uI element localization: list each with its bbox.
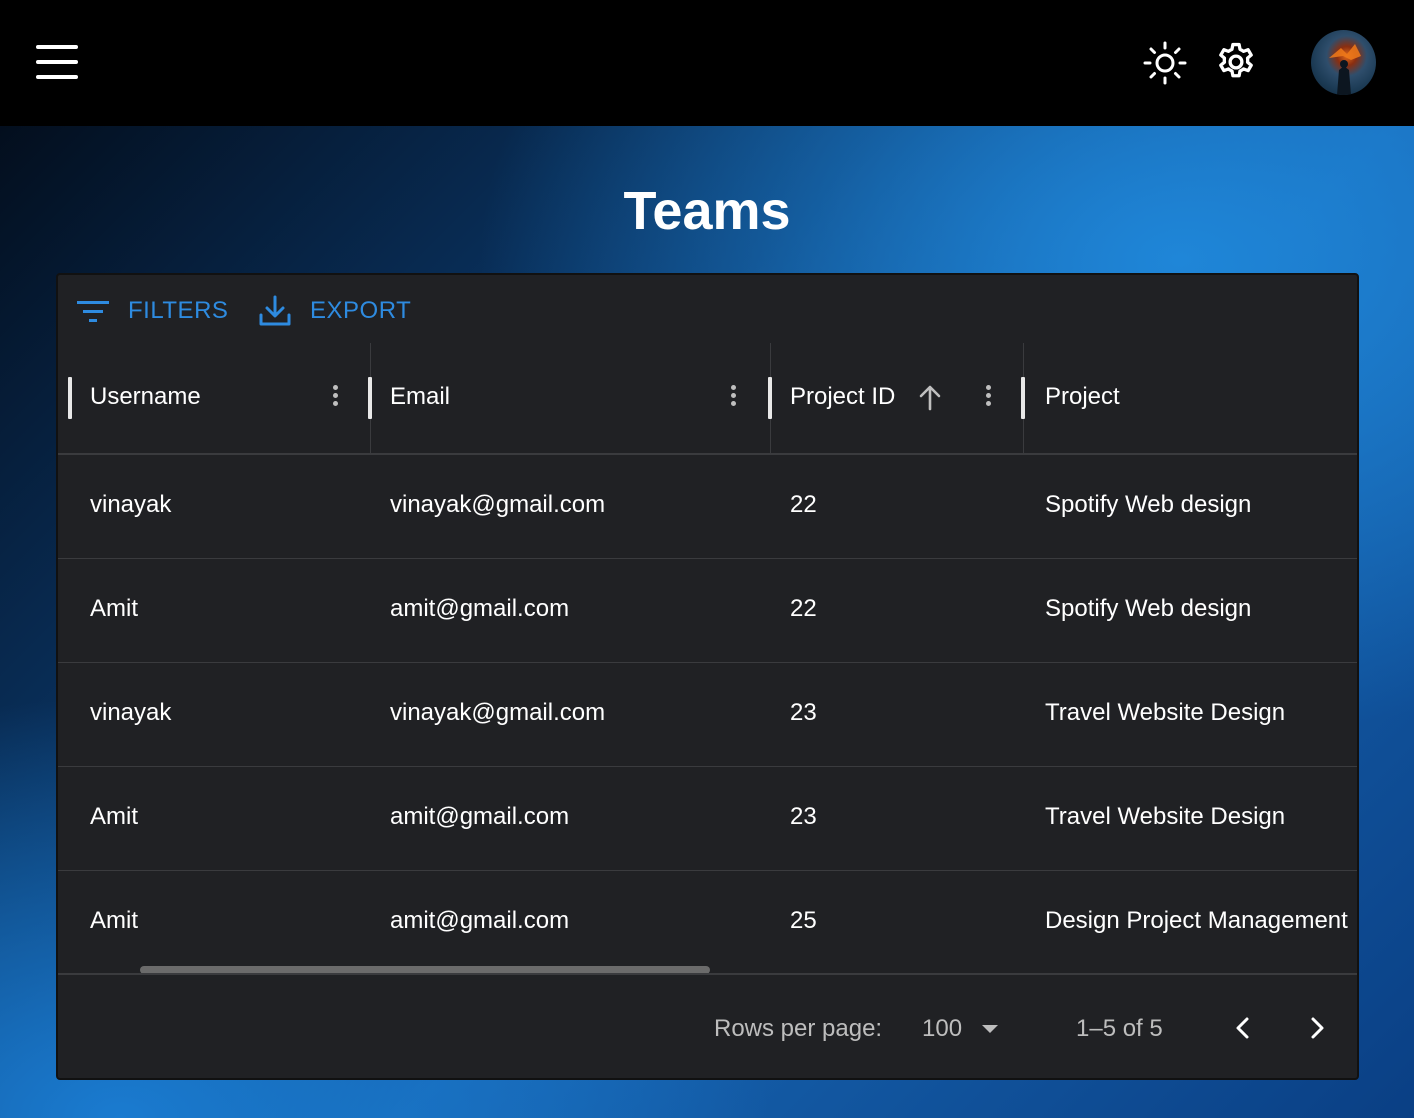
column-separator[interactable] (368, 377, 372, 419)
grid-body: vinayak vinayak@gmail.com 22 Spotify Web… (58, 455, 1357, 975)
cell-project[interactable]: Spotify Web design (1045, 491, 1251, 519)
column-separator[interactable] (68, 377, 72, 419)
cell-project[interactable]: Design Project Management (1045, 907, 1348, 935)
cell-project-id[interactable]: 22 (790, 595, 817, 623)
filters-button[interactable]: FILTERS (76, 293, 228, 329)
column-menu-icon[interactable] (330, 385, 340, 411)
cell-email[interactable]: amit@gmail.com (390, 595, 569, 623)
column-menu-icon[interactable] (983, 385, 993, 411)
cell-project[interactable]: Travel Website Design (1045, 699, 1285, 727)
avatar-image (1329, 44, 1361, 95)
column-separator[interactable] (768, 377, 772, 419)
data-grid: FILTERS EXPORT Username Email Project ID (56, 273, 1359, 1080)
cell-project-id[interactable]: 25 (790, 907, 817, 935)
export-label: EXPORT (310, 297, 412, 324)
sort-ascending-icon[interactable] (917, 383, 943, 411)
cell-email[interactable]: amit@gmail.com (390, 907, 569, 935)
pagination-range: 1–5 of 5 (1076, 1015, 1163, 1042)
table-row[interactable]: vinayak vinayak@gmail.com 23 Travel Webs… (58, 663, 1357, 767)
cell-username[interactable]: Amit (90, 595, 138, 623)
chevron-right-icon[interactable] (1302, 1013, 1332, 1043)
cell-project-id[interactable]: 23 (790, 699, 817, 727)
rows-per-page-select[interactable]: 100 (922, 1015, 962, 1043)
table-row[interactable]: Amit amit@gmail.com 25 Design Project Ma… (58, 871, 1357, 975)
filters-label: FILTERS (128, 297, 229, 324)
cell-project[interactable]: Travel Website Design (1045, 803, 1285, 831)
download-icon (259, 295, 291, 326)
column-title: Project (1045, 383, 1120, 410)
cell-email[interactable]: amit@gmail.com (390, 803, 569, 831)
sun-icon[interactable] (1143, 41, 1187, 85)
column-title: Project ID (790, 383, 896, 410)
column-header-username[interactable]: Username (58, 343, 370, 453)
menu-icon[interactable] (34, 42, 80, 82)
cell-email[interactable]: vinayak@gmail.com (390, 699, 605, 727)
column-header-email[interactable]: Email (368, 343, 770, 453)
cell-username[interactable]: vinayak (90, 491, 171, 519)
export-button[interactable]: EXPORT (258, 293, 411, 329)
column-header-project[interactable]: Project (1021, 343, 1357, 453)
grid-toolbar: FILTERS EXPORT (58, 275, 1357, 343)
cell-project-id[interactable]: 23 (790, 803, 817, 831)
cell-project[interactable]: Spotify Web design (1045, 595, 1251, 623)
cell-username[interactable]: vinayak (90, 699, 171, 727)
grid-footer: Rows per page: 100 1–5 of 5 (58, 975, 1357, 1078)
column-menu-icon[interactable] (728, 385, 738, 411)
cell-username[interactable]: Amit (90, 803, 138, 831)
table-row[interactable]: Amit amit@gmail.com 23 Travel Website De… (58, 767, 1357, 871)
avatar[interactable] (1311, 30, 1376, 95)
column-header-row: Username Email Project ID Project (58, 343, 1357, 455)
chevron-left-icon[interactable] (1228, 1013, 1258, 1043)
cell-email[interactable]: vinayak@gmail.com (390, 491, 605, 519)
table-row[interactable]: vinayak vinayak@gmail.com 22 Spotify Web… (58, 455, 1357, 559)
column-title: Email (390, 383, 451, 410)
filter-icon (77, 301, 109, 322)
table-row[interactable]: Amit amit@gmail.com 22 Spotify Web desig… (58, 559, 1357, 663)
column-header-project-id[interactable]: Project ID (768, 343, 1023, 453)
top-app-bar (0, 0, 1414, 126)
column-title: Username (90, 383, 201, 410)
column-separator[interactable] (1021, 377, 1025, 419)
gear-icon[interactable] (1214, 40, 1258, 84)
cell-username[interactable]: Amit (90, 907, 138, 935)
cell-project-id[interactable]: 22 (790, 491, 817, 519)
caret-down-icon[interactable] (982, 1025, 998, 1033)
page-title: Teams (623, 181, 791, 241)
rows-per-page-label: Rows per page: (714, 1015, 883, 1042)
